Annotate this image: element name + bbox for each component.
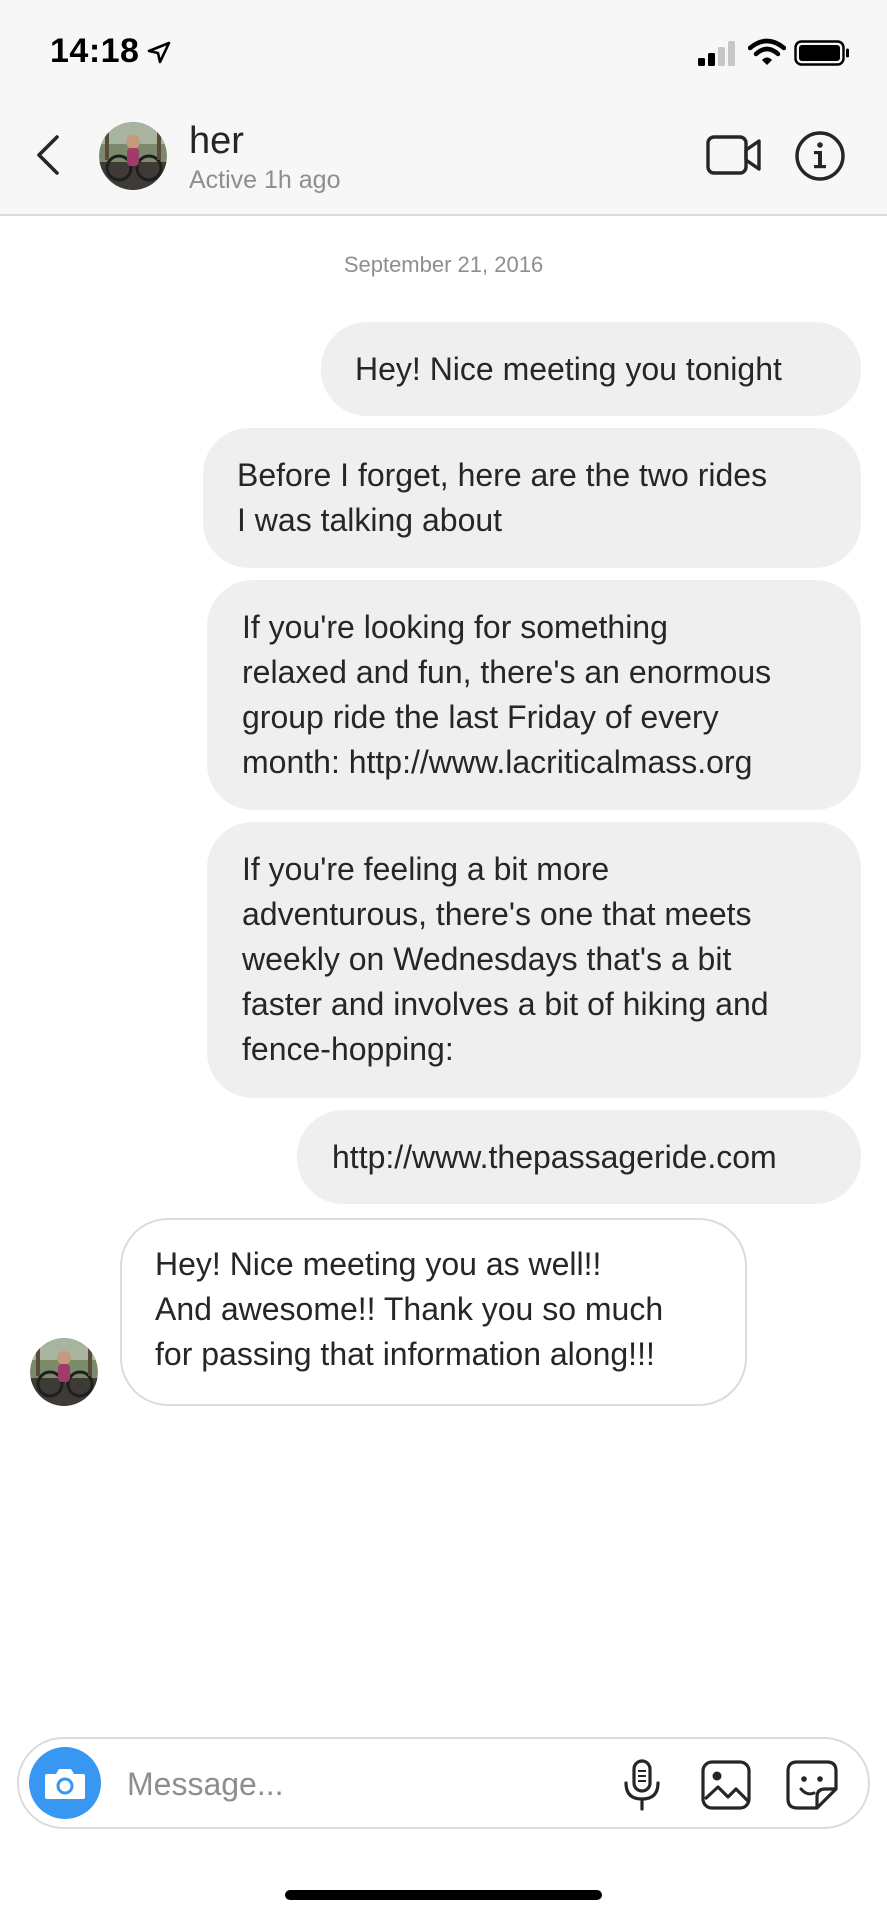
sticker-icon: [786, 1760, 838, 1810]
video-camera-icon: [706, 135, 761, 175]
chevron-left-icon: [37, 135, 59, 175]
gallery-icon: [701, 1760, 751, 1810]
message-line: Hey! Nice meeting you tonight: [355, 351, 782, 387]
message-line: If you're feeling a bit more: [242, 851, 610, 887]
battery-icon: [794, 40, 849, 66]
message-line: Before I forget, here are the two rides: [237, 457, 768, 493]
message-bubble-outgoing[interactable]: Before I forget, here are the two rides …: [203, 428, 861, 568]
status-time: 14:18: [50, 32, 140, 70]
message-line: I was talking about: [237, 502, 503, 538]
message-bubble-outgoing[interactable]: http://www.thepassageride.com: [297, 1110, 861, 1204]
message-line: fence-hopping:: [242, 1031, 454, 1067]
message-line: Hey! Nice meeting you as well!!: [155, 1246, 602, 1282]
sticker-button[interactable]: [785, 1759, 839, 1811]
location-arrow-icon: [147, 41, 171, 64]
message-bubble-outgoing[interactable]: If you're looking for something relaxed …: [207, 580, 861, 810]
contact-avatar[interactable]: [99, 122, 167, 190]
microphone-button[interactable]: [622, 1759, 662, 1811]
wifi-icon: [748, 38, 786, 65]
message-line: adventurous, there's one that meets: [242, 896, 752, 932]
message-line: group ride the last Friday of every: [242, 699, 719, 735]
message-bubble-outgoing[interactable]: Hey! Nice meeting you tonight: [321, 322, 861, 416]
signal-icon: [698, 41, 735, 66]
gallery-button[interactable]: [700, 1759, 752, 1811]
back-button[interactable]: [28, 130, 68, 180]
camera-button[interactable]: [29, 1747, 101, 1819]
message-line: faster and involves a bit of hiking and: [242, 986, 769, 1022]
message-link[interactable]: month: http://www.lacriticalmass.org: [242, 740, 845, 785]
info-button[interactable]: [794, 130, 846, 182]
video-call-button[interactable]: [706, 132, 762, 178]
camera-icon: [45, 1769, 85, 1799]
sender-avatar[interactable]: [30, 1338, 98, 1406]
message-link[interactable]: http://www.thepassageride.com: [332, 1135, 841, 1180]
chat-header: her Active 1h ago: [0, 100, 887, 216]
contact-status: Active 1h ago: [189, 166, 341, 194]
message-composer: [17, 1737, 870, 1829]
message-line: If you're looking for something: [242, 609, 668, 645]
message-bubble-outgoing[interactable]: If you're feeling a bit more adventurous…: [207, 822, 861, 1098]
message-line: relaxed and fun, there's an enormous: [242, 654, 772, 690]
date-separator: September 21, 2016: [343, 252, 544, 277]
contact-name[interactable]: her: [189, 120, 244, 163]
message-line: weekly on Wednesdays that's a bit: [242, 941, 732, 977]
home-indicator[interactable]: [285, 1890, 602, 1900]
message-bubble-incoming[interactable]: Hey! Nice meeting you as well!! And awes…: [120, 1218, 747, 1406]
message-line: for passing that information along!!!: [155, 1336, 655, 1372]
message-line: And awesome!! Thank you so much: [155, 1291, 664, 1327]
info-icon: [795, 131, 845, 181]
message-input[interactable]: [127, 1759, 597, 1809]
microphone-icon: [624, 1759, 660, 1811]
status-bar: 14:18: [0, 0, 887, 100]
